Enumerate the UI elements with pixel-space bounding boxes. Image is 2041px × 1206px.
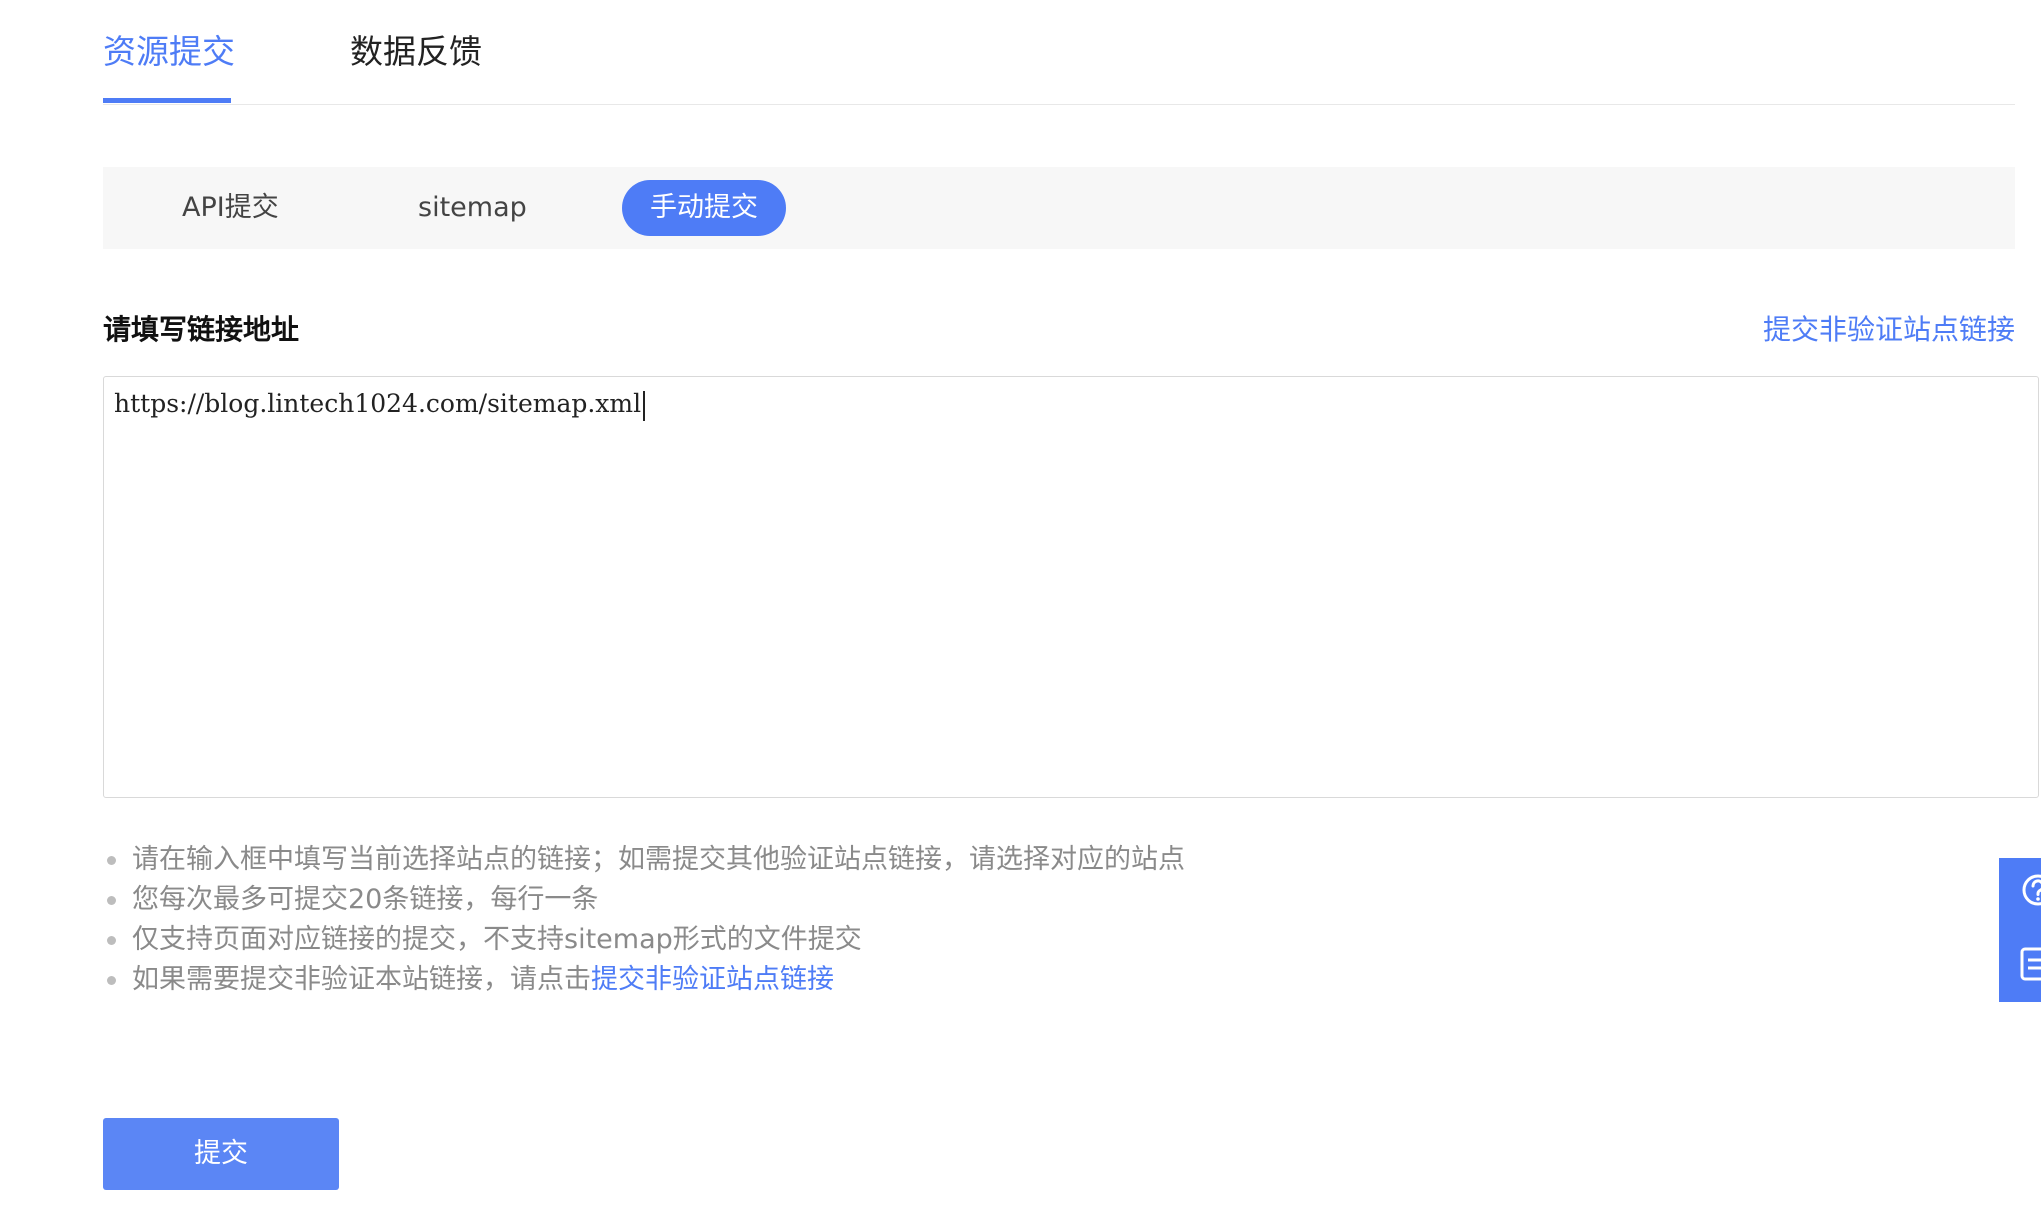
subtab-api-submit[interactable]: API提交	[182, 167, 279, 249]
tip-text: 仅支持页面对应链接的提交，不支持sitemap形式的文件提交	[132, 924, 862, 955]
tip-item: 您每次最多可提交20条链接，每行一条	[103, 880, 1185, 920]
bullet-icon	[107, 936, 116, 945]
subtab-sitemap[interactable]: sitemap	[418, 167, 527, 249]
top-tab-bar: 资源提交 数据反馈	[103, 0, 2015, 105]
submit-button[interactable]: 提交	[103, 1118, 339, 1190]
tip-unverified-link[interactable]: 提交非验证站点链接	[591, 964, 834, 995]
tip-text: 您每次最多可提交20条链接，每行一条	[132, 884, 599, 915]
form-title: 请填写链接地址	[103, 313, 300, 346]
url-textarea-value: https://blog.lintech1024.com/sitemap.xml	[114, 389, 646, 421]
tip-text: 如果需要提交非验证本站链接，请点击	[132, 964, 591, 995]
tab-resource-submit[interactable]: 资源提交	[103, 30, 235, 74]
floating-help-panel	[1999, 858, 2041, 1002]
bullet-icon	[107, 976, 116, 985]
tip-item: 如果需要提交非验证本站链接，请点击提交非验证站点链接	[103, 960, 1185, 1000]
feedback-icon[interactable]	[2018, 946, 2041, 982]
tip-item: 仅支持页面对应链接的提交，不支持sitemap形式的文件提交	[103, 920, 1185, 960]
tab-data-feedback[interactable]: 数据反馈	[350, 30, 482, 74]
text-caret	[643, 390, 646, 421]
tips-list: 请在输入框中填写当前选择站点的链接；如需提交其他验证站点链接，请选择对应的站点 …	[103, 840, 1185, 1000]
help-icon[interactable]	[2018, 872, 2041, 908]
submit-method-bar: API提交 sitemap 手动提交	[103, 167, 2015, 249]
tip-item: 请在输入框中填写当前选择站点的链接；如需提交其他验证站点链接，请选择对应的站点	[103, 840, 1185, 880]
subtab-manual-submit[interactable]: 手动提交	[622, 180, 786, 236]
submit-unverified-link[interactable]: 提交非验证站点链接	[1763, 308, 2015, 348]
active-tab-indicator	[103, 98, 231, 103]
url-textarea[interactable]: https://blog.lintech1024.com/sitemap.xml	[103, 376, 2039, 798]
bullet-icon	[107, 896, 116, 905]
bullet-icon	[107, 856, 116, 865]
tip-text: 请在输入框中填写当前选择站点的链接；如需提交其他验证站点链接，请选择对应的站点	[132, 844, 1185, 875]
